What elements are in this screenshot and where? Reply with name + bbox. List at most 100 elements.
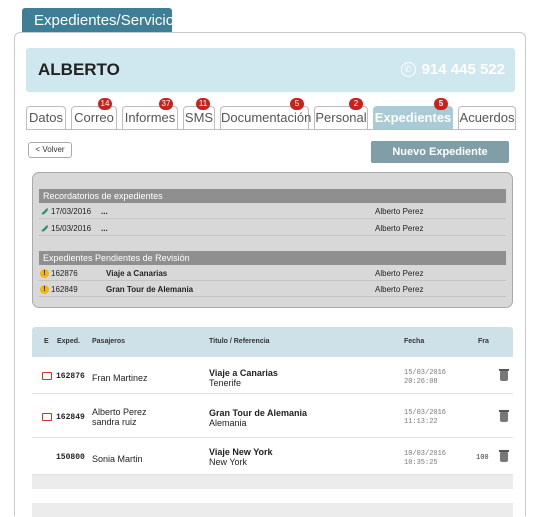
time: 10:35:25 [404,459,438,467]
row-reference: Alemania [209,418,247,428]
reminders-box: Recordatorios de expedientes 17/03/2016 … [32,172,513,308]
row-date: 15/03/2016 11:13:22 [404,409,446,427]
title-reference: Viaje New York New York [209,447,273,467]
reminder-text: ... [101,207,108,216]
header-fra[interactable]: Fra [478,338,489,345]
tab-label: SMS [184,110,214,125]
date: 15/03/2016 [404,369,447,377]
tab-expedientes[interactable]: Expedientes 5 [373,98,453,129]
exped-number: 150800 [56,453,85,462]
warning-icon: ! [40,269,49,278]
header-exped[interactable]: Exped. [57,338,80,345]
pending-user: Alberto Perez [375,285,424,294]
tab-label: Correo [74,110,114,125]
reminder-user: Alberto Perez [375,224,424,233]
trash-icon[interactable] [499,450,509,462]
row-reference: New York [209,457,248,467]
tab-documentacion[interactable]: Documentación 5 [220,98,312,129]
exped-number: 162849 [56,413,85,422]
pending-row[interactable]: ! 162876 Viaje a Canarias Alberto Perez [39,266,506,281]
trash-icon[interactable] [499,410,509,422]
reminder-date: 17/03/2016 [51,207,92,216]
empty-row [32,475,513,489]
phone-icon: ✆ [400,62,416,77]
pending-title-text: Viaje a Canarias [106,269,168,278]
warning-icon: ! [40,285,49,294]
pending-user: Alberto Perez [375,269,424,278]
row-title: Viaje New York [209,447,273,457]
pending-title: Expedientes Pendientes de Revisión [39,251,506,265]
reminder-text: ... [101,224,108,233]
reminder-row[interactable]: 15/03/2016 ... Alberto Perez [39,221,506,236]
tab-label: Acuerdos [459,110,515,125]
tab-label: Expedientes [374,110,452,125]
folder-icon [42,372,52,380]
row-date: 15/03/2016 20:26:08 [404,369,446,387]
reminder-date: 15/03/2016 [51,224,92,233]
pending-title-text: Gran Tour de Alemania [106,285,194,294]
expedientes-table: E Exped. Pasajeros Titulo / Referencia F… [32,327,513,517]
passengers: Sonia Martin [92,454,143,464]
count-badge: 2 [349,98,363,110]
new-expediente-button[interactable]: Nuevo Expediente [371,141,509,163]
folder-icon [42,413,52,421]
time: 11:13:22 [404,418,438,426]
tab-informes[interactable]: Informes 37 [122,98,178,129]
pending-id: 162876 [51,269,78,278]
header-e[interactable]: E [44,338,49,345]
tab-datos[interactable]: Datos [26,106,66,129]
date: 10/03/2016 [404,450,447,458]
pending-id: 162849 [51,285,78,294]
tab-label: Informes [124,110,176,125]
header-fecha[interactable]: Fecha [404,338,424,345]
passenger: sandra ruiz [92,417,137,427]
passengers: Fran Martinez [92,373,148,383]
client-header: ALBERTO ✆ 914 445 522 [26,48,515,92]
section-tab-expedientes-servicios[interactable]: Expedientes/Servicios [22,8,182,33]
table-row[interactable]: 150800 Sonia Martin Viaje New York New Yo… [32,441,513,475]
header-titulo[interactable]: Titulo / Referencia [209,338,270,345]
row-title: Gran Tour de Alemania [209,408,308,418]
title-reference: Gran Tour de Alemania Alemania [209,408,307,428]
reminder-row[interactable]: 17/03/2016 ... Alberto Perez [39,204,506,219]
count-badge: 14 [98,98,112,110]
row-reference: Tenerife [209,378,242,388]
date: 15/03/2016 [404,409,447,417]
tab-label: Personal [315,110,367,125]
empty-row [32,503,513,517]
count-badge: 5 [434,98,448,110]
title-reference: Viaje a Canarias Tenerife [209,368,278,388]
count-badge: 37 [159,98,173,110]
time: 20:26:08 [404,378,438,386]
tab-personal[interactable]: Personal 2 [314,98,368,129]
tab-sms[interactable]: SMS 11 [183,98,215,129]
table-row[interactable]: 162876 Fran Martinez Viaje a Canarias Ten… [32,360,513,394]
clip-icon [41,225,48,232]
tab-label: Datos [29,110,63,125]
phone-info: ✆ 914 445 522 [400,61,505,78]
back-button[interactable]: < Volver [28,142,72,158]
client-name: ALBERTO [38,60,120,79]
header-pasajeros[interactable]: Pasajeros [92,338,125,345]
count-badge: 5 [290,98,304,110]
tab-correo[interactable]: Correo 14 [71,98,117,129]
phone-number: 914 445 522 [421,61,505,78]
table-row[interactable]: 162849 Alberto Perez sandra ruiz Gran Tou… [32,398,513,438]
passenger: Alberto Perez [92,407,147,417]
reminder-user: Alberto Perez [375,207,424,216]
tab-divider [26,129,516,130]
count-badge: 11 [196,98,210,110]
trash-icon[interactable] [499,369,509,381]
table-header: E Exped. Pasajeros Titulo / Referencia F… [32,327,513,357]
tab-acuerdos[interactable]: Acuerdos [458,106,516,129]
exped-number: 162876 [56,372,85,381]
reminders-title: Recordatorios de expedientes [39,189,506,203]
row-title: Viaje a Canarias [209,368,278,378]
row-fra: 100 [476,454,489,462]
row-date: 10/03/2016 10:35:25 [404,450,446,468]
clip-icon [41,208,48,215]
client-tabs: Datos Correo 14 Informes 37 SMS 11 Document… [26,98,516,130]
tab-label: Documentación [221,110,312,125]
pending-row[interactable]: ! 162849 Gran Tour de Alemania Alberto P… [39,282,506,297]
passengers: Alberto Perez sandra ruiz [92,407,147,427]
